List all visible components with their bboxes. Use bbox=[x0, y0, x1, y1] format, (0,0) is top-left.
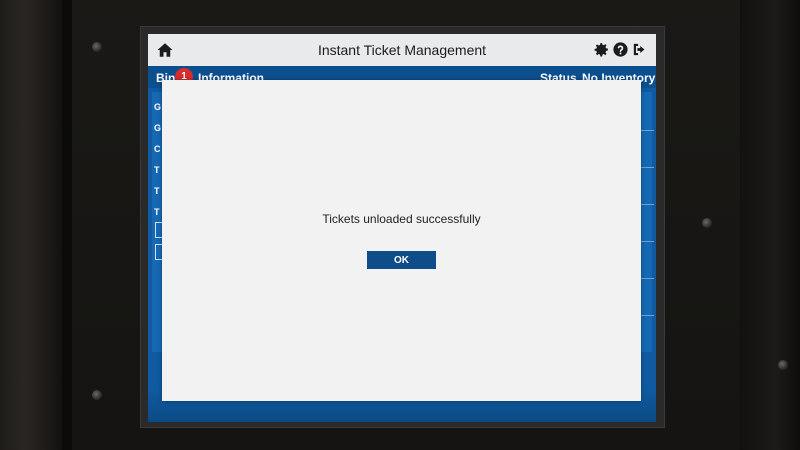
screw bbox=[92, 42, 102, 52]
dialog-message: Tickets unloaded successfully bbox=[322, 212, 481, 226]
row-label: T bbox=[154, 207, 160, 217]
row-label: G bbox=[154, 102, 162, 112]
help-icon[interactable] bbox=[612, 41, 629, 63]
header-actions bbox=[593, 41, 648, 63]
page-title: Instant Ticket Management bbox=[317, 42, 487, 58]
confirmation-dialog: Tickets unloaded successfully OK bbox=[162, 80, 641, 401]
app-header: Instant Ticket Management bbox=[148, 34, 656, 66]
ok-button[interactable]: OK bbox=[367, 251, 436, 269]
row-label: G bbox=[154, 123, 162, 133]
row-label: T bbox=[154, 186, 160, 196]
screw bbox=[92, 390, 102, 400]
screw bbox=[778, 360, 788, 370]
screw bbox=[702, 218, 712, 228]
logout-icon[interactable] bbox=[631, 41, 648, 63]
machine-bezel-left bbox=[0, 0, 62, 450]
row-label: C bbox=[154, 144, 161, 154]
machine-bezel-right bbox=[740, 0, 800, 450]
gear-icon[interactable] bbox=[593, 41, 610, 63]
row-label: T bbox=[154, 165, 160, 175]
